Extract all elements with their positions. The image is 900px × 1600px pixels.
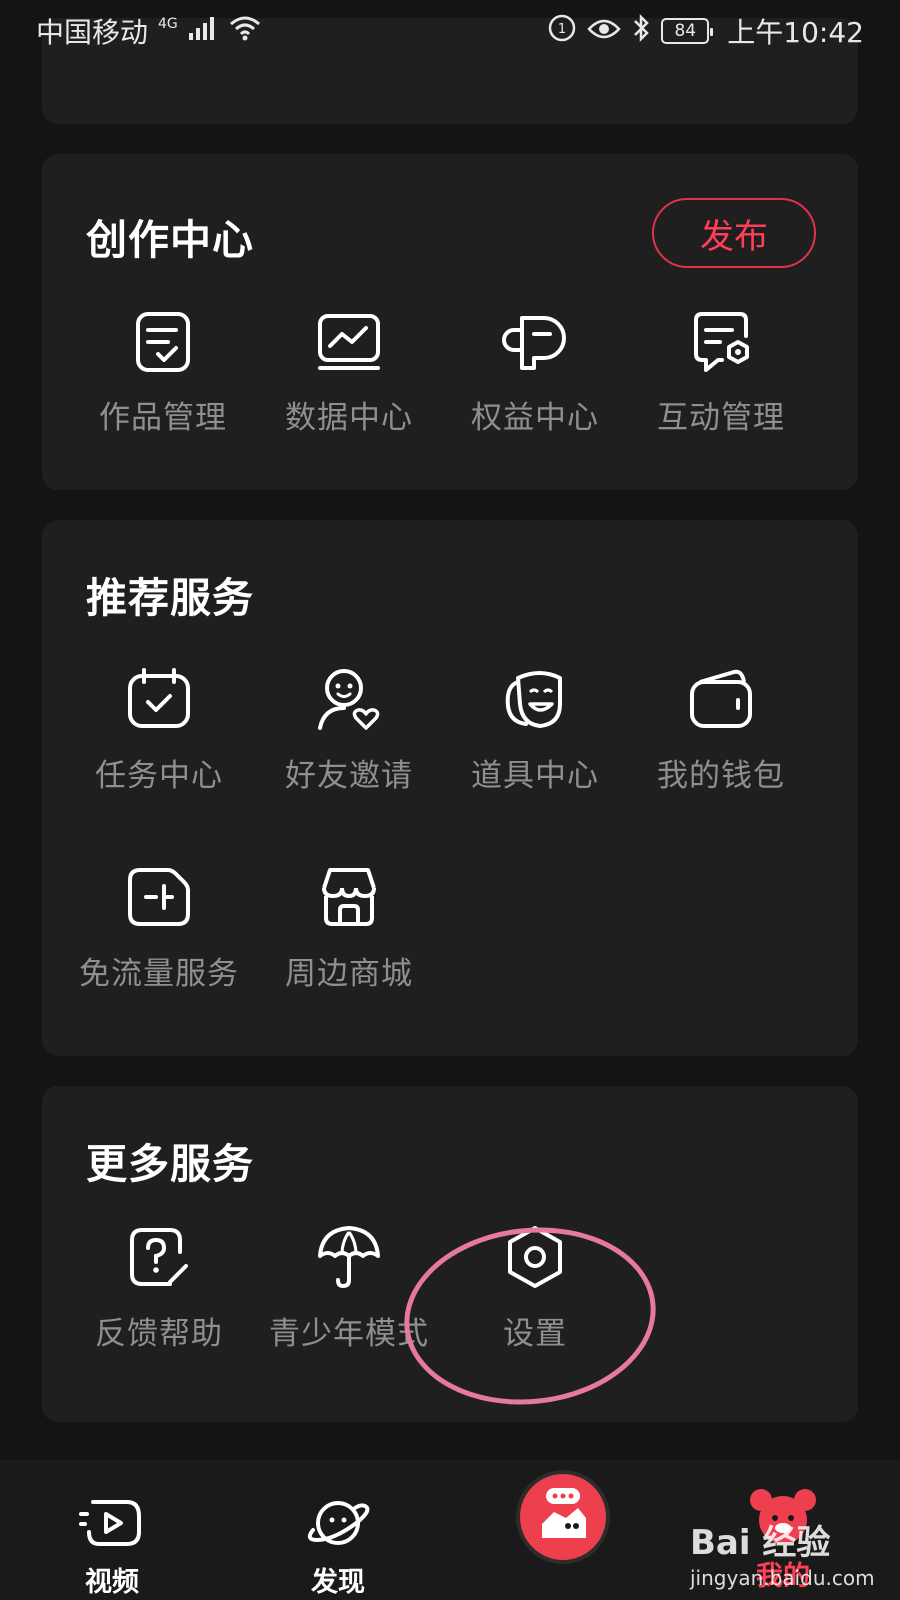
status-right: 1 84 上午10:42	[547, 11, 864, 51]
network-type: 4G	[158, 16, 178, 32]
data-center-item[interactable]: 数据中心	[254, 306, 444, 456]
create-center-card: 创作中心 发布 作品管理 数据中心 权益中心 互动管理	[42, 154, 858, 490]
settings-item[interactable]: 设置	[440, 1222, 630, 1372]
data-center-label: 数据中心	[285, 400, 413, 436]
status-left: 中国移动 4G	[36, 11, 262, 51]
sim-card-icon	[124, 862, 194, 932]
more-services-card: 更多服务 反馈帮助 青少年模式 设置	[42, 1086, 858, 1422]
data-saver-icon: 1	[547, 13, 577, 50]
interaction-manage-label: 互动管理	[657, 400, 785, 436]
clock: 上午10:42	[727, 16, 864, 49]
props-mask-icon	[500, 664, 570, 734]
free-data-label: 免流量服务	[79, 956, 239, 992]
props-center-item[interactable]: 道具中心	[440, 664, 630, 814]
nav-create-button[interactable]	[516, 1470, 610, 1564]
friend-invite-icon	[314, 664, 384, 734]
nav-discover-label: 发现	[311, 1567, 365, 1598]
works-manage-label: 作品管理	[99, 400, 227, 436]
wallet-icon	[686, 664, 756, 734]
data-chart-icon	[314, 306, 384, 376]
eye-comfort-icon	[587, 15, 622, 48]
planet-icon	[303, 1494, 373, 1556]
baidu-jingyan-watermark: Bai 经验 jingyan.baidu.com	[690, 1515, 890, 1595]
create-center-icon	[528, 1480, 598, 1554]
feedback-help-label: 反馈帮助	[95, 1316, 223, 1352]
interaction-manage-item[interactable]: 互动管理	[626, 306, 816, 456]
settings-hexagon-icon	[500, 1222, 570, 1292]
benefits-center-label: 权益中心	[471, 400, 599, 436]
wifi-icon	[228, 14, 262, 49]
works-manage-icon	[128, 306, 198, 376]
feedback-help-icon	[124, 1222, 194, 1292]
props-center-label: 道具中心	[471, 758, 599, 794]
benefits-center-item[interactable]: 权益中心	[440, 306, 630, 456]
merch-shop-label: 周边商城	[285, 956, 413, 992]
app-screen: 中国移动 4G 1 84 上午10:42 创作中心 发布 作品管理 数据中心 权…	[0, 0, 900, 1600]
nav-discover[interactable]: 发现	[298, 1494, 378, 1599]
watermark-logo: Bai 经验	[690, 1523, 831, 1563]
task-calendar-icon	[124, 664, 194, 734]
free-data-item[interactable]: 免流量服务	[64, 862, 254, 1012]
bluetooth-icon	[631, 13, 651, 50]
video-play-icon	[77, 1494, 147, 1556]
wallet-label: 我的钱包	[657, 758, 785, 794]
youth-mode-item[interactable]: 青少年模式	[254, 1222, 444, 1372]
interaction-manage-icon	[686, 306, 756, 376]
wallet-item[interactable]: 我的钱包	[626, 664, 816, 814]
signal-icon	[188, 15, 218, 48]
task-center-item[interactable]: 任务中心	[64, 664, 254, 814]
carrier-name: 中国移动	[36, 16, 149, 49]
works-manage-item[interactable]: 作品管理	[68, 306, 258, 456]
feedback-help-item[interactable]: 反馈帮助	[64, 1222, 254, 1372]
merch-shop-item[interactable]: 周边商城	[254, 862, 444, 1012]
recommended-title: 推荐服务	[86, 574, 254, 622]
friend-invite-item[interactable]: 好友邀请	[254, 664, 444, 814]
benefits-icon	[500, 306, 570, 376]
friend-invite-label: 好友邀请	[285, 758, 413, 794]
create-center-title: 创作中心	[86, 216, 254, 264]
nav-video[interactable]: 视频	[72, 1494, 152, 1599]
umbrella-icon	[314, 1222, 384, 1292]
settings-label: 设置	[503, 1316, 567, 1352]
battery-level: 84	[674, 21, 697, 41]
watermark-url: jingyan.baidu.com	[690, 1566, 875, 1590]
recommended-services-card: 推荐服务 任务中心 好友邀请 道具中心 我的钱包 免流量服务 周边商城	[42, 520, 858, 1056]
svg-text:1: 1	[558, 22, 566, 37]
publish-button[interactable]: 发布	[652, 198, 816, 268]
shop-icon	[314, 862, 384, 932]
more-services-title: 更多服务	[86, 1140, 254, 1188]
task-center-label: 任务中心	[95, 758, 223, 794]
nav-video-label: 视频	[85, 1567, 139, 1598]
battery-icon: 84	[661, 18, 714, 44]
youth-mode-label: 青少年模式	[269, 1316, 429, 1352]
status-bar: 中国移动 4G 1 84 上午10:42	[0, 0, 900, 62]
